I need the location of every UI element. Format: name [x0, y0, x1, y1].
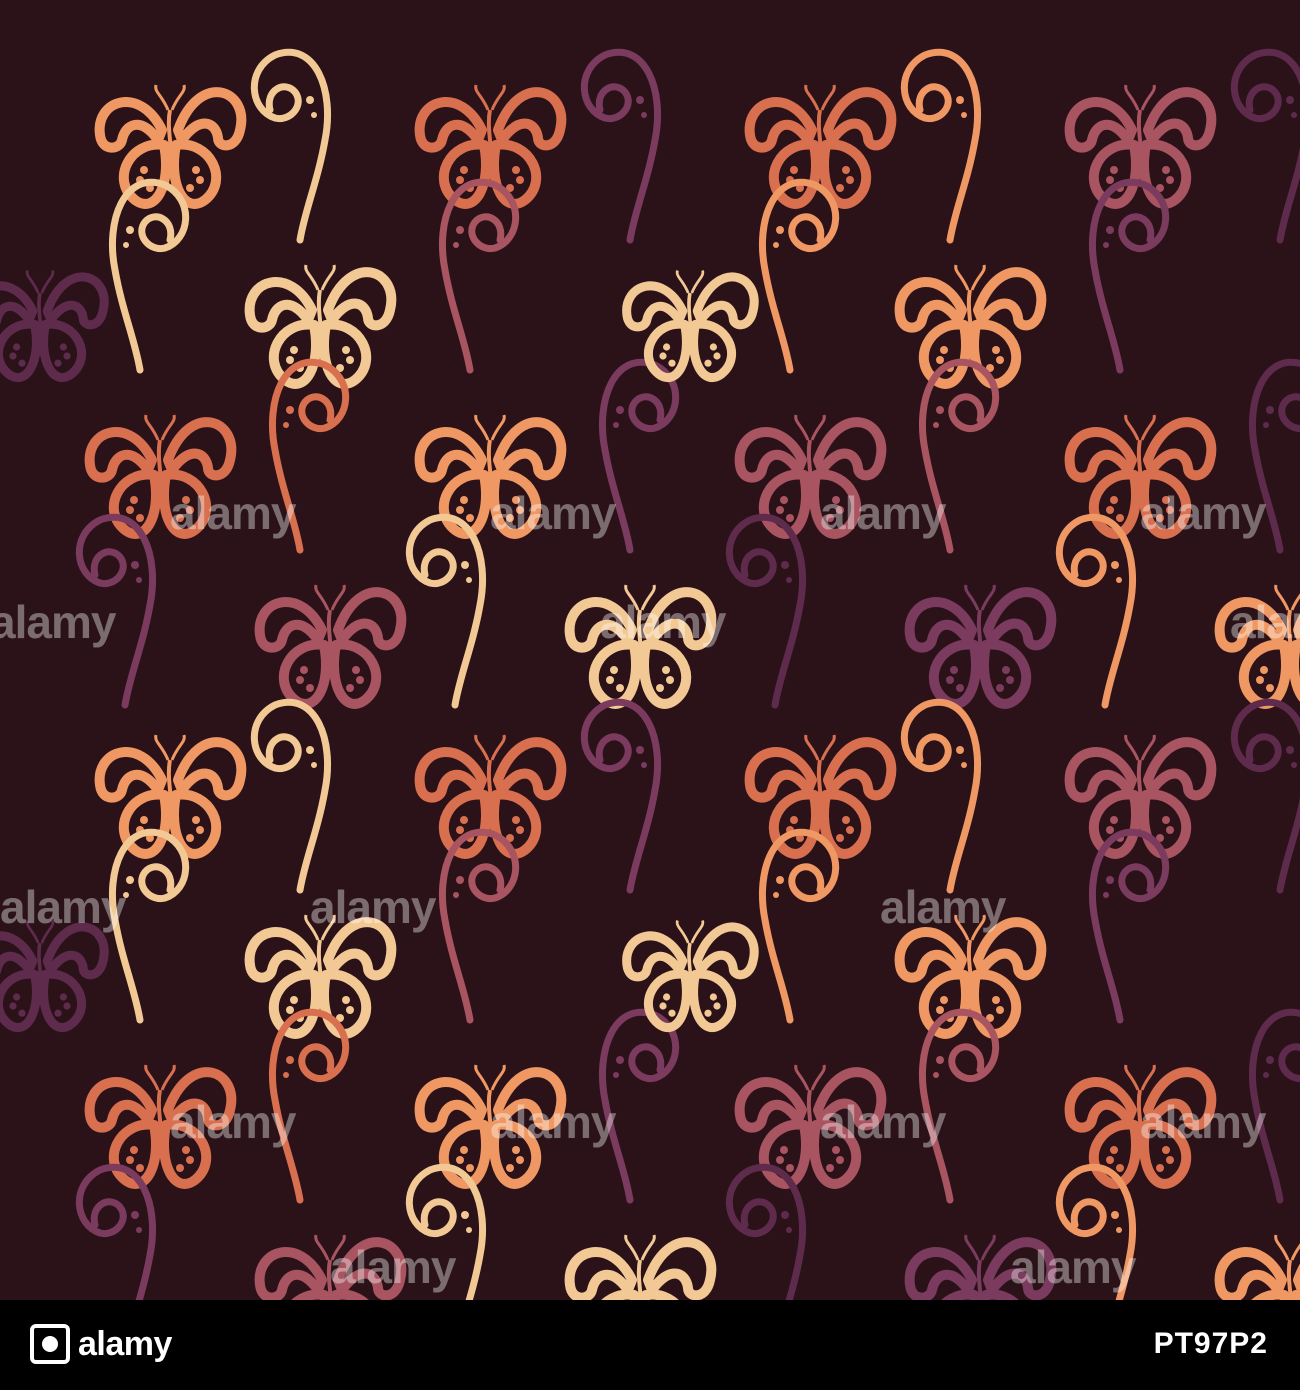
- butterfly-pattern: alamy alamy alamy alamy alamy alamy alam…: [0, 0, 1300, 1300]
- logo-text: alamy: [78, 1324, 172, 1363]
- pattern-canvas: [0, 0, 1300, 1300]
- footer-bar: alamy PT97P2: [0, 1300, 1300, 1390]
- image-id: PT97P2: [1138, 1322, 1268, 1366]
- alamy-logo: alamy: [30, 1322, 172, 1366]
- stock-image: alamy alamy alamy alamy alamy alamy alam…: [0, 0, 1300, 1390]
- alamy-logo-icon: [30, 1324, 70, 1364]
- image-id-text: PT97P2: [1153, 1327, 1268, 1360]
